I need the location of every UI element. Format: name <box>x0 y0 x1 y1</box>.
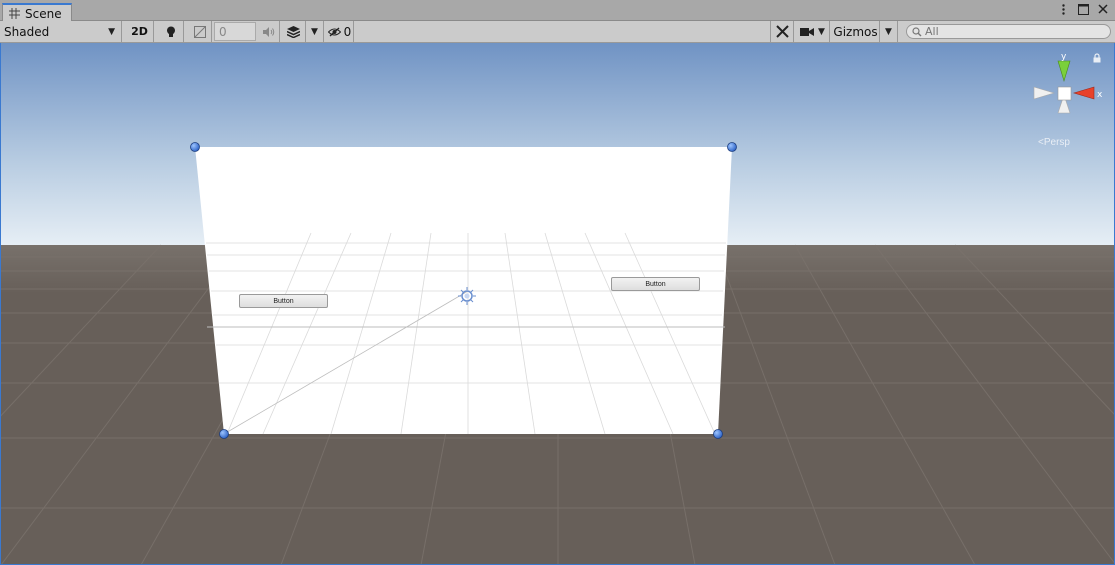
chevron-down-icon: ▼ <box>108 26 115 37</box>
gizmo-x-label: x <box>1097 90 1103 100</box>
effects-toggle-button[interactable] <box>188 21 212 42</box>
projection-text: Persp <box>1043 137 1070 148</box>
corner-handle-top-right[interactable] <box>727 142 737 152</box>
search-icon <box>912 26 922 36</box>
search-input[interactable] <box>925 25 1095 38</box>
chevron-down-icon: ▼ <box>311 26 318 37</box>
gizmos-dropdown[interactable]: ▼ <box>880 21 898 42</box>
tab-bar: Scene <box>0 0 1115 22</box>
lock-icon[interactable] <box>1092 53 1102 63</box>
image-effects-icon <box>193 25 206 38</box>
corner-handle-top-left[interactable] <box>190 142 200 152</box>
speaker-icon <box>262 26 274 37</box>
audio-toggle-button[interactable] <box>258 21 280 42</box>
grid-icon <box>9 8 20 19</box>
tools-icon <box>775 25 789 38</box>
window-controls <box>1057 3 1109 15</box>
scene-viewport[interactable]: y x Button Button <Persp <box>0 43 1115 565</box>
maximize-icon[interactable] <box>1077 3 1089 15</box>
hidden-count: 0 <box>343 24 352 39</box>
gizmo-y-label: y <box>1061 52 1067 62</box>
2d-toggle-button[interactable]: 2D <box>126 21 154 42</box>
camera-settings-button[interactable]: ▼ <box>796 21 830 42</box>
corner-handle-bottom-right[interactable] <box>713 429 723 439</box>
hidden-eye-icon <box>327 27 341 36</box>
canvas-button-left[interactable]: Button <box>239 294 328 308</box>
scene-toolbar: Shaded ▼ 2D 0 ▼ 0 ▼ Gizmos ▼ <box>0 21 1115 43</box>
layers-icon <box>287 25 300 38</box>
scene-render: y x <box>1 43 1114 564</box>
shading-mode-label: Shaded <box>4 24 50 39</box>
chevron-down-icon: ▼ <box>818 26 825 37</box>
layers-dropdown[interactable]: ▼ <box>306 21 324 42</box>
scene-number-field[interactable]: 0 <box>214 22 256 41</box>
chevron-down-icon: ▼ <box>885 26 892 37</box>
tab-title: Scene <box>25 6 62 21</box>
gizmos-button[interactable]: Gizmos <box>832 21 880 42</box>
corner-handle-bottom-left[interactable] <box>219 429 229 439</box>
scene-visibility-button[interactable]: 0 <box>326 21 354 42</box>
camera-icon <box>800 27 815 36</box>
tab-scene[interactable]: Scene <box>2 3 72 22</box>
close-icon[interactable] <box>1097 3 1109 15</box>
lightbulb-icon <box>166 26 175 37</box>
search-field[interactable] <box>906 24 1111 39</box>
projection-label[interactable]: <Persp <box>1038 137 1070 148</box>
more-options-icon[interactable] <box>1057 3 1069 15</box>
canvas-button-right[interactable]: Button <box>611 277 700 291</box>
lighting-toggle-button[interactable] <box>158 21 184 42</box>
tools-button[interactable] <box>770 21 794 42</box>
shading-mode-dropdown[interactable]: Shaded ▼ <box>0 21 122 42</box>
layers-button[interactable] <box>282 21 306 42</box>
